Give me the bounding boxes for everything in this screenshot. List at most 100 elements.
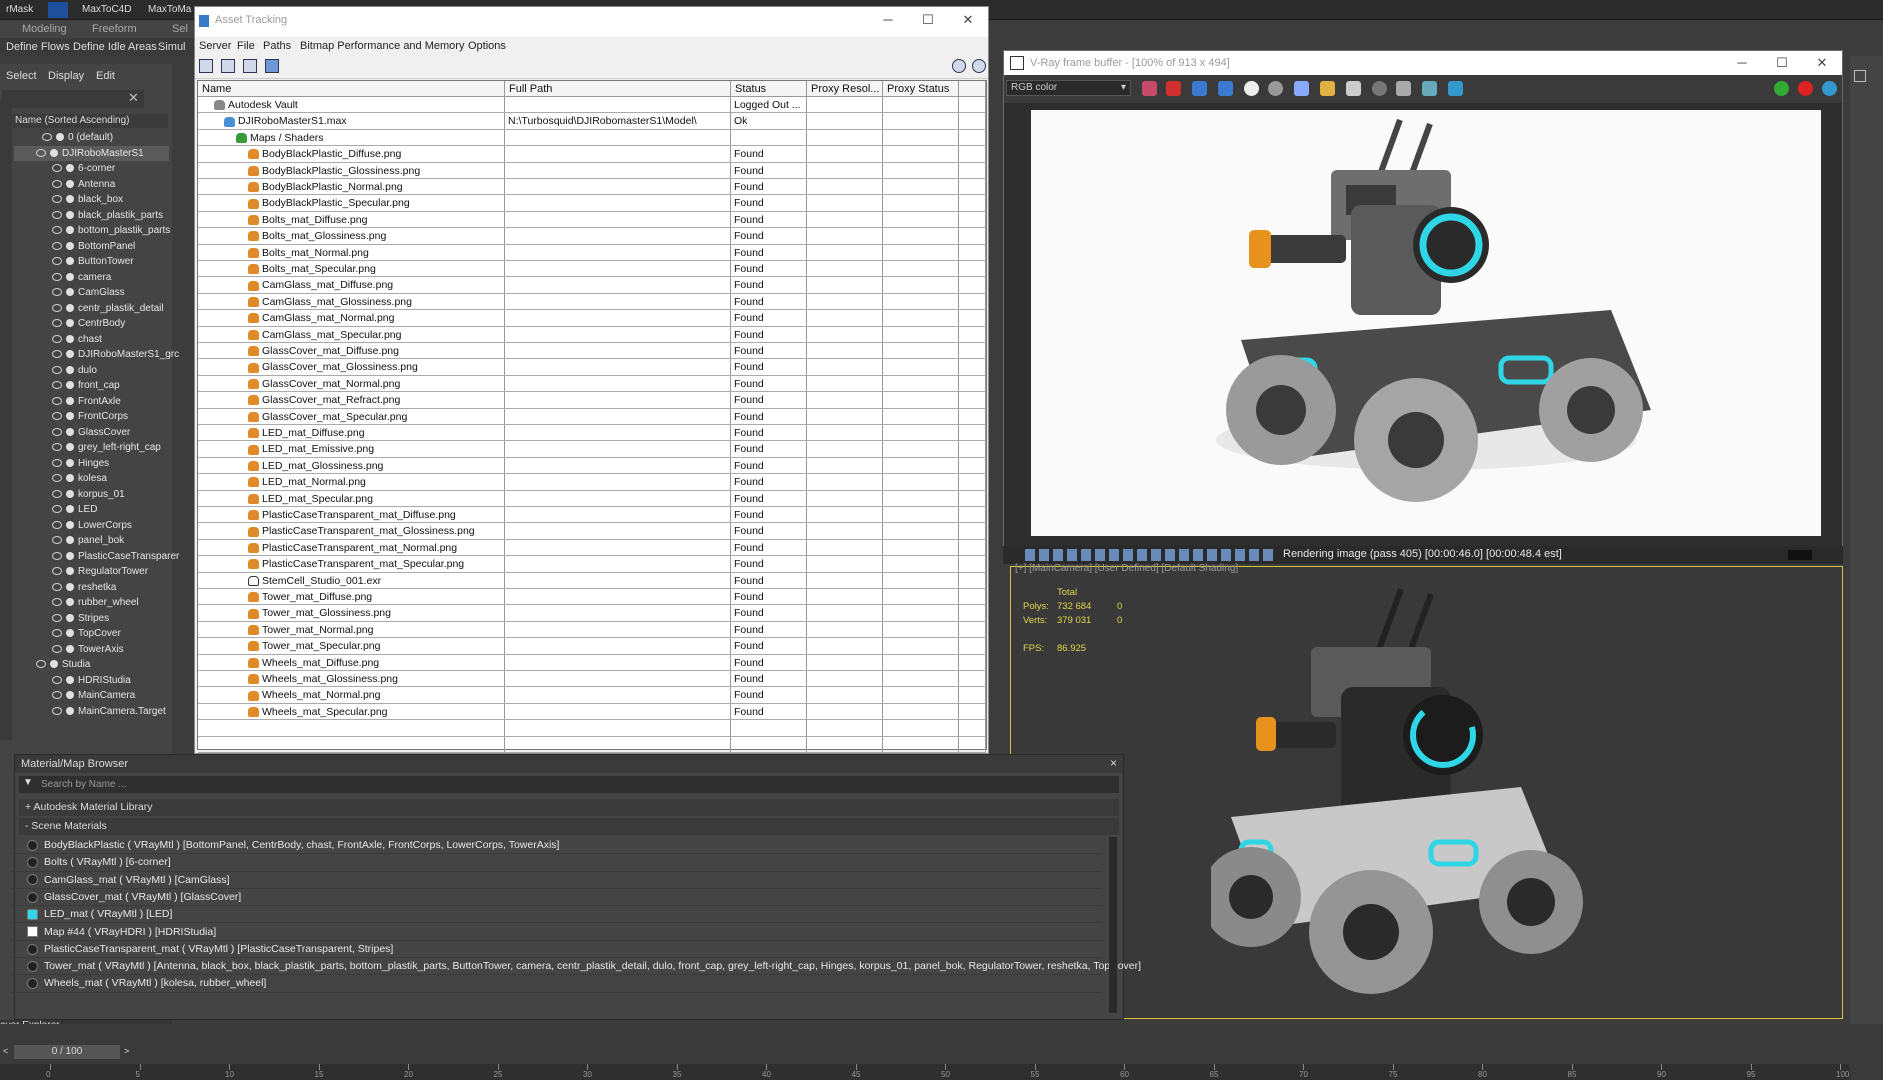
table-row[interactable]: Wheels_mat_Diffuse.png Found xyxy=(198,654,986,671)
tab-rmask[interactable]: rMask xyxy=(0,2,39,18)
scene-item[interactable]: MainCamera xyxy=(14,688,169,703)
scene-item[interactable]: ButtonTower xyxy=(14,254,169,269)
folder-icon[interactable] xyxy=(1320,81,1335,96)
alpha-icon[interactable] xyxy=(1268,81,1283,96)
ribbon-tab-freeform[interactable]: Freeform xyxy=(92,23,137,35)
material-browser-close-icon[interactable]: × xyxy=(1110,756,1117,770)
table-row[interactable]: PlasticCaseTransparent_mat_Normal.png Fou… xyxy=(198,539,986,557)
visibility-eye-icon[interactable] xyxy=(52,164,62,173)
material-item[interactable]: CamGlass_mat ( VRayMtl ) [CamGlass] xyxy=(11,872,1101,889)
close-button[interactable]: ✕ xyxy=(948,7,988,35)
visibility-eye-icon[interactable] xyxy=(52,520,62,529)
scene-item[interactable]: kolesa xyxy=(14,471,169,486)
list-icon[interactable] xyxy=(221,59,235,73)
scene-item[interactable]: reshetka xyxy=(14,580,169,595)
scene-item[interactable]: CentrBody xyxy=(14,316,169,331)
ribbon-tab-modeling[interactable]: Modeling xyxy=(22,23,67,35)
refresh-icon[interactable] xyxy=(199,59,213,73)
scene-item[interactable]: chast xyxy=(14,332,169,347)
tab-maxtoma[interactable]: MaxToMa xyxy=(142,2,197,18)
menu-server[interactable]: Server xyxy=(199,40,231,52)
table-row[interactable]: CamGlass_mat_Glossiness.png Found xyxy=(198,293,986,311)
clear-icon[interactable] xyxy=(1346,81,1361,96)
table-row[interactable]: Tower_mat_Glossiness.png Found xyxy=(198,605,986,622)
table-row[interactable]: PlasticCaseTransparent_mat_Specular.png F… xyxy=(198,556,986,573)
table-row[interactable]: LED_mat_Normal.png Found xyxy=(198,474,986,491)
visibility-eye-icon[interactable] xyxy=(52,458,62,467)
region-icon[interactable] xyxy=(1396,81,1411,96)
define-flows-button[interactable]: Define Flows xyxy=(6,41,70,53)
plus-icon[interactable] xyxy=(1854,70,1866,82)
green-channel-icon[interactable] xyxy=(1192,81,1207,96)
material-item[interactable]: GlassCover_mat ( VRayMtl ) [GlassCover] xyxy=(11,889,1101,907)
visibility-eye-icon[interactable] xyxy=(52,489,62,498)
red-channel-icon[interactable] xyxy=(1166,81,1181,96)
table-row[interactable]: PlasticCaseTransparent_mat_Glossiness.pn… xyxy=(198,523,986,540)
visibility-eye-icon[interactable] xyxy=(52,350,62,359)
table-row[interactable]: Wheels_mat_Specular.png Found xyxy=(198,703,986,721)
blue-channel-icon[interactable] xyxy=(1218,81,1233,96)
visibility-eye-icon[interactable] xyxy=(52,629,62,638)
menu-edit[interactable]: Edit xyxy=(96,70,115,86)
visibility-eye-icon[interactable] xyxy=(52,195,62,204)
material-item[interactable]: LED_mat ( VRayMtl ) [LED] xyxy=(11,906,1101,924)
scene-column-header[interactable]: Name (Sorted Ascending) xyxy=(12,114,168,128)
scene-item[interactable]: Studia xyxy=(14,657,169,672)
table-row[interactable]: LED_mat_Specular.png Found xyxy=(198,490,986,507)
material-item[interactable]: BodyBlackPlastic ( VRayMtl ) [BottomPane… xyxy=(11,837,1101,855)
table-row[interactable]: BodyBlackPlastic_Glossiness.png Found xyxy=(198,162,986,179)
visibility-eye-icon[interactable] xyxy=(36,660,46,669)
table-row[interactable]: Maps / Shaders xyxy=(198,129,986,147)
scene-item[interactable]: CamGlass xyxy=(14,285,169,300)
visibility-eye-icon[interactable] xyxy=(52,691,62,700)
column-name[interactable]: Name xyxy=(198,81,505,97)
table-row[interactable]: GlassCover_mat_Refract.png Found xyxy=(198,392,986,409)
visibility-eye-icon[interactable] xyxy=(52,644,62,653)
table-row[interactable]: GlassCover_mat_Specular.png Found xyxy=(198,408,986,425)
visibility-eye-icon[interactable] xyxy=(52,334,62,343)
info-icon[interactable] xyxy=(972,59,986,73)
visibility-eye-icon[interactable] xyxy=(52,536,62,545)
search-options-icon[interactable]: ▼ xyxy=(23,777,33,788)
menu-select[interactable]: Select xyxy=(6,70,37,86)
scene-item[interactable]: centr_plastik_detail xyxy=(14,301,169,316)
time-slider[interactable]: 0 / 100 xyxy=(14,1045,120,1059)
material-item[interactable]: Map #44 ( VRayHDRI ) [HDRIStudia] xyxy=(11,924,1101,941)
scene-item[interactable]: LED xyxy=(14,502,169,517)
table-row[interactable]: DJIRoboMasterS1.max N:\Turbosquid\DJIRobo… xyxy=(198,113,986,130)
table-row[interactable]: GlassCover_mat_Normal.png Found xyxy=(198,375,986,393)
visibility-eye-icon[interactable] xyxy=(52,412,62,421)
table-row[interactable]: Wheels_mat_Normal.png Found xyxy=(198,687,986,704)
visibility-eye-icon[interactable] xyxy=(52,567,62,576)
visibility-eye-icon[interactable] xyxy=(36,148,46,157)
table-row[interactable]: BodyBlackPlastic_Normal.png Found xyxy=(198,179,986,196)
material-scrollbar[interactable] xyxy=(1109,837,1117,1013)
visibility-eye-icon[interactable] xyxy=(52,210,62,219)
visibility-eye-icon[interactable] xyxy=(52,365,62,374)
visibility-eye-icon[interactable] xyxy=(52,257,62,266)
menu-paths[interactable]: Paths xyxy=(263,40,291,52)
table-row[interactable]: LED_mat_Glossiness.png Found xyxy=(198,457,986,475)
menu-options[interactable]: Options xyxy=(468,40,506,52)
scene-item[interactable]: GlassCover xyxy=(14,425,169,440)
table-row[interactable]: Bolts_mat_Diffuse.png Found xyxy=(198,211,986,229)
menu-bitmap-performance[interactable]: Bitmap Performance and Memory xyxy=(300,40,464,52)
vfb-close-button[interactable]: ✕ xyxy=(1802,51,1842,75)
visibility-eye-icon[interactable] xyxy=(52,179,62,188)
close-icon[interactable]: ✕ xyxy=(128,90,139,106)
visibility-eye-icon[interactable] xyxy=(52,288,62,297)
grid-view-icon[interactable] xyxy=(265,59,279,73)
scene-item[interactable]: 0 (default) xyxy=(14,130,169,145)
scene-item[interactable]: HDRIStudia xyxy=(14,673,169,688)
scene-item[interactable]: MainCamera.Target xyxy=(14,704,169,719)
autodesk-material-library[interactable]: + Autodesk Material Library xyxy=(19,799,1119,816)
channel-select[interactable]: RGB color ▾ xyxy=(1006,80,1131,96)
scene-item[interactable]: dulo xyxy=(14,363,169,378)
minimize-button[interactable]: ─ xyxy=(868,7,908,35)
scene-item[interactable]: panel_bok xyxy=(14,533,169,548)
visibility-eye-icon[interactable] xyxy=(52,396,62,405)
table-row[interactable]: Autodesk Vault Logged Out ... xyxy=(198,97,986,114)
scene-item[interactable]: FrontAxle xyxy=(14,394,169,409)
scene-item[interactable]: 6-corner xyxy=(14,161,169,176)
visibility-eye-icon[interactable] xyxy=(52,443,62,452)
